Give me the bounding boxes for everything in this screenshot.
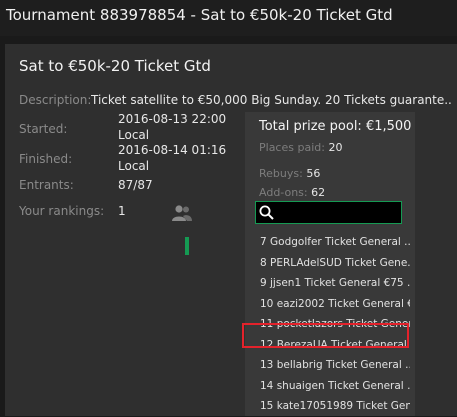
finished-label: Finished: xyxy=(19,152,73,166)
rankings-value: 1 xyxy=(118,204,126,218)
finished-zone: Local xyxy=(118,159,150,173)
description-label: Description: xyxy=(19,93,92,107)
tournament-panel: Sat to €50k-20 Ticket Gtd Description: T… xyxy=(5,44,457,416)
list-item[interactable]: 8 PERLAdelSUD Ticket Gene... xyxy=(260,253,410,274)
rebuys: Rebuys: 56 xyxy=(259,167,321,180)
rankings-label: Your rankings: xyxy=(19,204,105,218)
list-item[interactable]: 7 Godgolfer Ticket General ... xyxy=(260,232,410,253)
search-icon xyxy=(259,205,274,220)
tournament-title: Sat to €50k-20 Ticket Gtd xyxy=(19,57,211,75)
list-item[interactable]: 15 kate17051989 Ticket Gen... xyxy=(260,396,410,417)
places-paid: Places paid: 20 xyxy=(259,141,343,154)
player-search[interactable] xyxy=(255,201,402,224)
entrants-value: 87/87 xyxy=(118,178,153,192)
window-title: Tournament 883978854 - Sat to €50k-20 Ti… xyxy=(6,6,393,24)
title-bar: Tournament 883978854 - Sat to €50k-20 Ti… xyxy=(0,0,457,36)
list-item[interactable]: 13 bellabrig Ticket General ... xyxy=(260,355,410,376)
list-item[interactable]: 10 eazi2002 Ticket General €... xyxy=(260,294,410,315)
entrants-label: Entrants: xyxy=(19,178,74,192)
prize-panel: Total prize pool: €1,500 Places paid: 20… xyxy=(245,112,415,416)
total-prize: Total prize pool: €1,500 xyxy=(259,119,412,134)
list-item[interactable]: 9 jjsen1 Ticket General €75 ... xyxy=(260,273,410,294)
finished-date: 2016-08-14 01:16 xyxy=(118,143,227,157)
list-scrollbar[interactable] xyxy=(185,237,189,255)
description-value: Ticket satellite to €50,000 Big Sunday. … xyxy=(91,93,451,107)
list-item[interactable]: 14 shuaigen Ticket General ... xyxy=(260,376,410,397)
add-ons: Add-ons: 62 xyxy=(259,186,326,199)
started-zone: Local xyxy=(118,128,150,142)
search-input[interactable] xyxy=(280,204,398,221)
selected-row-highlight xyxy=(242,323,409,348)
players-icon[interactable] xyxy=(171,204,193,222)
started-date: 2016-08-13 22:00 xyxy=(118,112,227,126)
started-label: Started: xyxy=(19,122,68,136)
